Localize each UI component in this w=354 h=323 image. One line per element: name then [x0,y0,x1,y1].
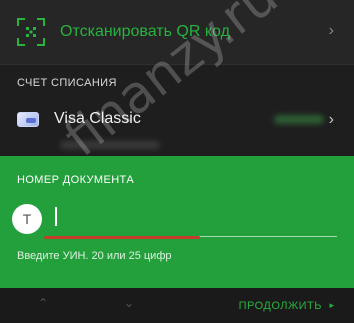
blurred-card-number [60,141,160,149]
blurred-balance [274,115,324,124]
chevron-right-icon: › [328,22,334,39]
document-number-section: НОМЕР ДОКУМЕНТА Т Введите УИН. 20 или 25… [0,156,354,288]
document-number-header: НОМЕР ДОКУМЕНТА [17,174,135,186]
next-field-button[interactable]: ⌄ [124,296,134,310]
avatar: Т [12,204,42,234]
scan-qr-label: Отсканировать QR код [60,23,230,40]
qr-scan-icon [17,18,45,46]
annotation-underline [44,236,200,239]
bottom-toolbar: ⌃ ⌄ ПРОДОЛЖИТЬ ▸ [0,288,354,323]
card-name: Visa Classic [54,110,141,127]
play-arrow-icon: ▸ [329,300,334,310]
continue-button[interactable]: ПРОДОЛЖИТЬ [239,300,322,312]
previous-field-button[interactable]: ⌃ [38,296,48,310]
scan-qr-row[interactable]: Отсканировать QR код › [0,0,354,64]
document-number-input[interactable] [55,201,335,233]
chevron-right-icon: › [328,111,334,128]
debit-account-header: СЧЕТ СПИСАНИЯ [17,77,117,89]
document-number-hint: Введите УИН. 20 или 25 цифр [17,250,172,262]
debit-account-section: СЧЕТ СПИСАНИЯ Visa Classic › [0,64,354,156]
credit-card-icon [17,112,39,127]
text-cursor [55,207,57,226]
